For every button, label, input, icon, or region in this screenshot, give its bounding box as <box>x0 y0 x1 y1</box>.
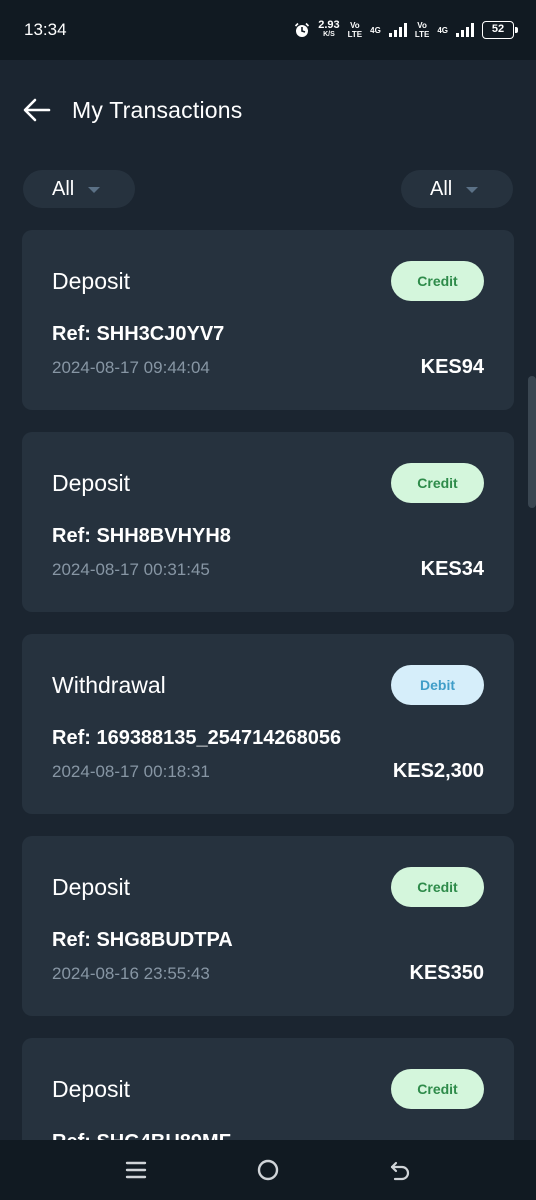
status-filter-dropdown[interactable]: All <box>401 170 513 208</box>
transaction-type: Deposit <box>52 268 130 294</box>
volte-indicator-2: Vo LTE <box>415 21 430 39</box>
app-header: My Transactions <box>0 60 536 160</box>
network-gen-1: 4G <box>370 26 381 35</box>
back-nav-icon <box>390 1161 410 1181</box>
transaction-card[interactable]: Deposit Credit Ref: SHH8BVHYH8 2024-08-1… <box>22 432 514 612</box>
system-nav-bar <box>0 1140 536 1200</box>
transaction-type: Deposit <box>52 1076 130 1102</box>
transaction-card[interactable]: Deposit Credit Ref: SHG8BUDTPA 2024-08-1… <box>22 836 514 1016</box>
status-time: 13:34 <box>24 20 67 39</box>
signal-icon <box>456 23 474 37</box>
transaction-date: 2024-08-17 00:31:45 <box>52 560 210 579</box>
speed-unit: K/S <box>323 31 335 38</box>
status-icons: 2.93 K/S Vo LTE 4G Vo LTE 4G 52 <box>294 20 518 40</box>
transaction-date: 2024-08-17 09:44:04 <box>52 358 210 377</box>
network-gen-label: 4G <box>370 25 381 35</box>
network-gen-2: 4G <box>437 26 448 35</box>
caret-down-icon <box>88 187 101 193</box>
status-bar: 13:34 2.93 K/S Vo LTE 4G Vo LTE 4G 52 <box>0 0 536 60</box>
network-speed: 2.93 K/S <box>318 20 339 40</box>
transaction-list: Deposit Credit Ref: SHH3CJ0YV7 2024-08-1… <box>22 230 514 1200</box>
home-button[interactable] <box>248 1150 288 1190</box>
scrollbar-thumb[interactable] <box>528 376 536 508</box>
recent-apps-button[interactable] <box>116 1150 156 1190</box>
transaction-ref: Ref: SHG8BUDTPA <box>52 929 233 951</box>
transaction-card[interactable]: Withdrawal Debit Ref: 169388135_25471426… <box>22 634 514 814</box>
battery-icon: 52 <box>482 21 518 39</box>
transaction-date: 2024-08-16 23:55:43 <box>52 964 210 983</box>
type-filter-value: All <box>52 177 75 200</box>
type-filter-dropdown[interactable]: All <box>23 170 135 208</box>
volte-bottom: LTE <box>414 30 430 39</box>
volte-top: Vo <box>417 21 427 30</box>
transaction-card[interactable]: Deposit Credit Ref: SHH3CJ0YV7 2024-08-1… <box>22 230 514 410</box>
back-button[interactable] <box>22 95 52 125</box>
battery-level: 52 <box>491 23 505 35</box>
transaction-ref: Ref: SHH3CJ0YV7 <box>52 323 225 345</box>
transaction-badge: Debit <box>391 665 484 705</box>
transaction-ref: Ref: SHH8BVHYH8 <box>52 525 231 547</box>
volte-bottom: LTE <box>347 30 363 39</box>
transaction-type: Deposit <box>52 874 130 900</box>
home-circle-icon <box>257 1159 279 1181</box>
volte-indicator-1: Vo LTE <box>348 21 363 39</box>
transaction-type: Deposit <box>52 470 130 496</box>
arrow-left-icon <box>23 98 51 122</box>
transaction-amount: KES34 <box>420 558 484 580</box>
volte-top: Vo <box>350 21 360 30</box>
back-nav-button[interactable] <box>380 1150 420 1190</box>
transaction-badge: Credit <box>391 1069 484 1109</box>
network-gen-label: 4G <box>437 25 448 35</box>
transaction-amount: KES350 <box>409 962 485 984</box>
status-filter-value: All <box>430 177 453 200</box>
transaction-badge: Credit <box>391 463 484 503</box>
page-title: My Transactions <box>72 96 243 123</box>
transaction-date: 2024-08-17 00:18:31 <box>52 762 210 781</box>
transaction-badge: Credit <box>391 867 484 907</box>
transaction-type: Withdrawal <box>52 672 166 698</box>
transaction-badge: Credit <box>391 261 484 301</box>
transaction-ref: Ref: 169388135_254714268056 <box>52 727 342 749</box>
speed-value: 2.93 <box>318 19 340 31</box>
alarm-icon <box>295 22 310 37</box>
signal-icon <box>388 23 407 37</box>
transaction-amount: KES94 <box>420 356 484 378</box>
menu-icon <box>125 1161 147 1179</box>
transaction-amount: KES2,300 <box>392 760 484 782</box>
caret-down-icon <box>466 187 479 193</box>
